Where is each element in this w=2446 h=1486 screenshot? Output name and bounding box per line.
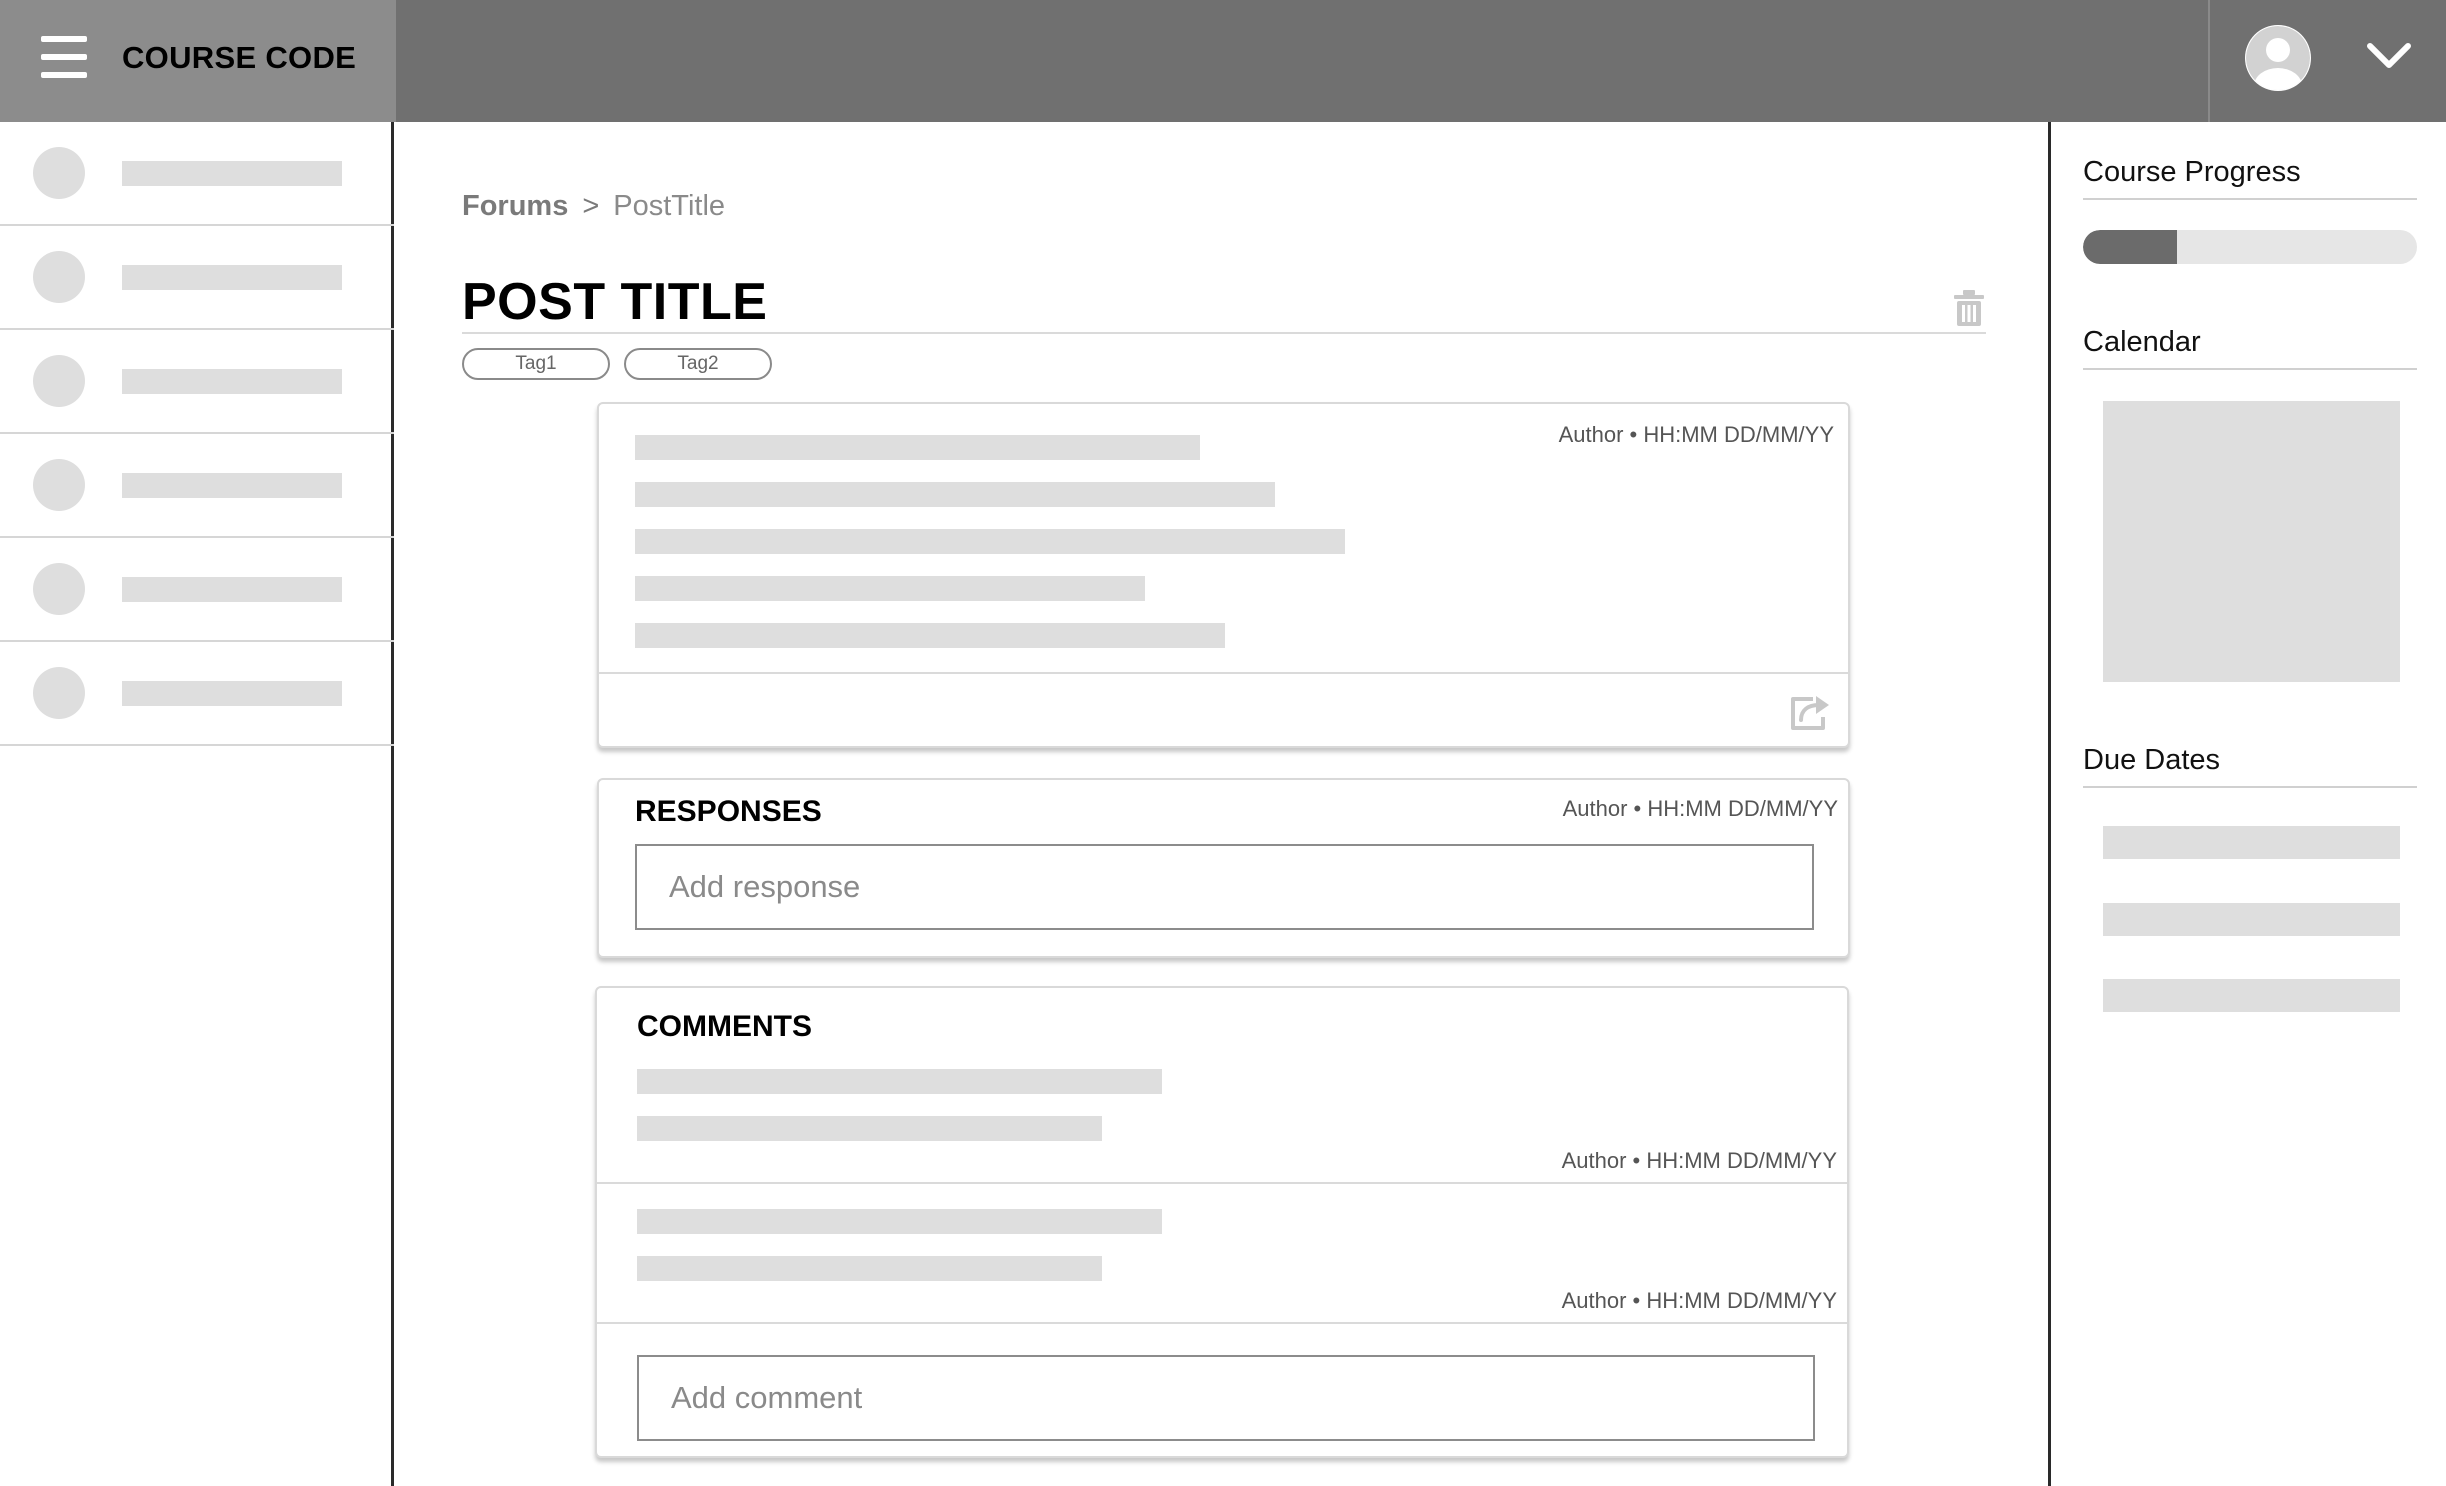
sidebar-item-icon-placeholder: [33, 355, 85, 407]
comment-text-placeholder: [637, 1256, 1102, 1281]
course-code-title: COURSE CODE: [122, 40, 357, 75]
breadcrumb-current: PostTitle: [613, 190, 726, 222]
trash-icon[interactable]: [1953, 289, 1985, 327]
sidebar-item-icon-placeholder: [33, 459, 85, 511]
responses-meta: Author • HH:MM DD/MM/YY: [1562, 796, 1838, 821]
comment-text-placeholder: [637, 1069, 1162, 1094]
comment-meta: Author • HH:MM DD/MM/YY: [1561, 1148, 1837, 1173]
right-sidebar: Course Progress Calendar Due Dates: [2048, 122, 2446, 1486]
left-sidebar: [0, 122, 394, 1486]
comments-card: COMMENTS Author • HH:MM DD/MM/YY Author …: [595, 986, 1849, 1458]
title-divider: [462, 332, 1986, 334]
due-date-item[interactable]: [2103, 979, 2400, 1012]
sidebar-item[interactable]: [0, 122, 394, 226]
course-progress-bar: [2083, 230, 2417, 264]
calendar-widget[interactable]: [2103, 401, 2400, 682]
due-dates-divider: [2083, 786, 2417, 788]
calendar-heading: Calendar: [2083, 326, 2201, 358]
sidebar-item[interactable]: [0, 538, 394, 642]
add-comment-input[interactable]: [637, 1355, 1815, 1441]
brand-panel: COURSE CODE: [0, 0, 396, 122]
sidebar-item-label-placeholder: [122, 681, 342, 706]
add-response-input[interactable]: [635, 844, 1814, 930]
course-progress-heading: Course Progress: [2083, 156, 2301, 188]
tag-chip[interactable]: Tag1: [462, 348, 610, 380]
due-date-item[interactable]: [2103, 903, 2400, 936]
comment-text-placeholder: [637, 1116, 1102, 1141]
responses-heading: RESPONSES: [635, 795, 822, 828]
responses-card: RESPONSES Author • HH:MM DD/MM/YY: [597, 778, 1850, 958]
comment-divider: [597, 1322, 1847, 1324]
post-text-placeholder: [635, 623, 1225, 648]
breadcrumb-separator: >: [582, 190, 600, 222]
sidebar-item-icon-placeholder: [33, 251, 85, 303]
top-bar-divider: [2208, 0, 2210, 122]
due-date-item[interactable]: [2103, 826, 2400, 859]
sidebar-item[interactable]: [0, 330, 394, 434]
comments-heading: COMMENTS: [637, 1010, 812, 1043]
sidebar-item-icon-placeholder: [33, 667, 85, 719]
post-text-placeholder: [635, 576, 1145, 601]
post-footer-divider: [599, 672, 1848, 674]
sidebar-item-label-placeholder: [122, 265, 342, 290]
post-body-card: Author • HH:MM DD/MM/YY: [597, 402, 1850, 748]
sidebar-item-icon-placeholder: [33, 563, 85, 615]
page-title: POST TITLE: [462, 273, 768, 331]
sidebar-item-icon-placeholder: [33, 147, 85, 199]
tag-chip[interactable]: Tag2: [624, 348, 772, 380]
course-progress-divider: [2083, 198, 2417, 200]
comment-meta: Author • HH:MM DD/MM/YY: [1561, 1288, 1837, 1313]
post-meta: Author • HH:MM DD/MM/YY: [1558, 422, 1834, 447]
user-avatar-icon[interactable]: [2244, 24, 2312, 92]
comment-text-placeholder: [637, 1209, 1162, 1234]
sidebar-item-label-placeholder: [122, 369, 342, 394]
sidebar-item-label-placeholder: [122, 161, 342, 186]
due-dates-heading: Due Dates: [2083, 744, 2221, 776]
course-progress-fill: [2083, 230, 2177, 264]
breadcrumb-forums-link[interactable]: Forums: [462, 190, 568, 222]
hamburger-menu-icon[interactable]: [41, 36, 87, 78]
sidebar-item[interactable]: [0, 642, 394, 746]
post-text-placeholder: [635, 529, 1345, 554]
calendar-divider: [2083, 368, 2417, 370]
share-icon[interactable]: [1789, 693, 1831, 731]
sidebar-item[interactable]: [0, 226, 394, 330]
comment-divider: [597, 1182, 1847, 1184]
sidebar-item-label-placeholder: [122, 473, 342, 498]
post-text-placeholder: [635, 482, 1275, 507]
sidebar-item[interactable]: [0, 434, 394, 538]
chevron-down-icon[interactable]: [2364, 36, 2414, 76]
breadcrumb: Forums > PostTitle: [462, 190, 725, 223]
sidebar-item-label-placeholder: [122, 577, 342, 602]
post-text-placeholder: [635, 435, 1200, 460]
top-bar: COURSE CODE: [0, 0, 2446, 122]
